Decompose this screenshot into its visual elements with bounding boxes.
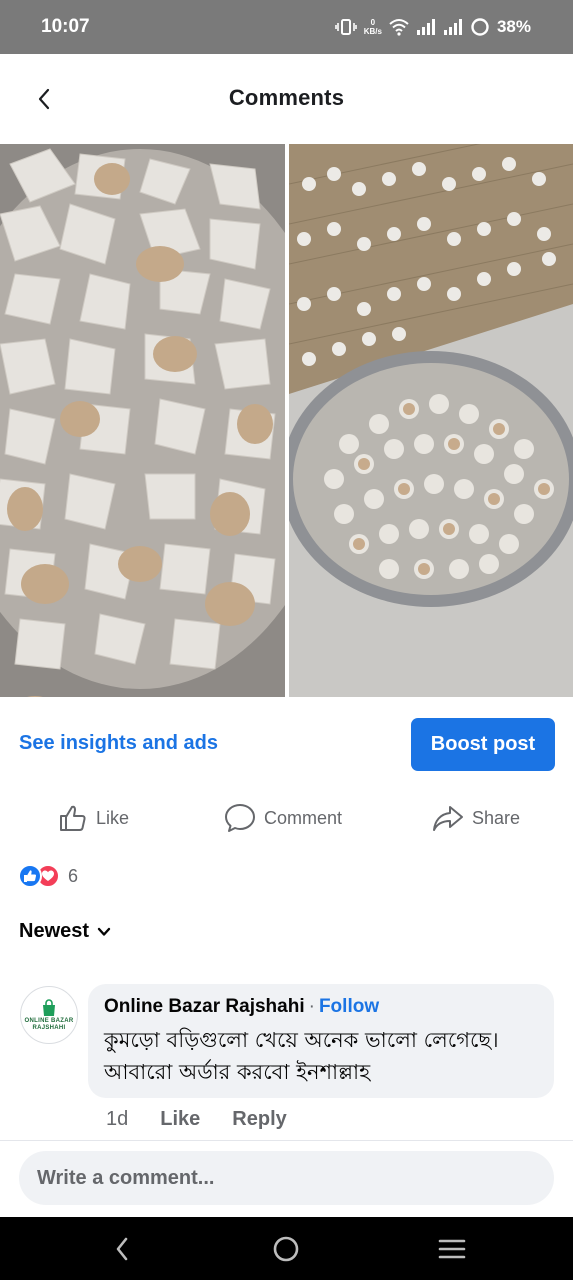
reaction-count: 6: [68, 865, 79, 886]
comment-bubble[interactable]: Online Bazar Rajshahi · Follow কুমড়ো বড…: [88, 984, 554, 1098]
sort-label: Newest: [19, 920, 90, 942]
post-actions: Like Comment Share: [0, 795, 573, 841]
comment-text-line-2: আবারো অর্ডার করবো ইনশাল্লাহ: [104, 1060, 371, 1084]
comment-body: কুমড়ো বড়িগুলো খেয়ে অনেক ভালো লেগেছে। …: [104, 1024, 538, 1088]
page-title: Comments: [228, 85, 345, 110]
separator-dot: ·: [308, 996, 315, 1017]
nav-home-icon: [273, 1236, 299, 1262]
boost-post-button[interactable]: Boost post: [411, 718, 555, 771]
nav-menu-icon: [438, 1239, 466, 1259]
comment-author[interactable]: Online Bazar Rajshahi: [104, 996, 305, 1018]
like-button[interactable]: Like: [58, 801, 129, 835]
post-promo-row: See insights and ads Boost post: [0, 697, 573, 787]
nav-home-button[interactable]: [270, 1233, 302, 1265]
reaction-summary[interactable]: 6: [18, 862, 78, 890]
battery-ring-icon: [470, 17, 490, 37]
nav-back-button[interactable]: [106, 1233, 138, 1265]
comment-label: Comment: [264, 807, 343, 828]
nav-menu-button[interactable]: [436, 1233, 468, 1265]
header: Comments: [0, 54, 573, 144]
shopping-bag-logo-icon: [43, 999, 55, 1016]
status-bar: 10:07 0 KB/s 38%: [0, 0, 573, 54]
comment-meta: 1d Like Reply: [106, 1108, 287, 1131]
avatar[interactable]: ONLINE BAZAR RAJSHAHI: [20, 986, 78, 1044]
like-reaction-icon: [18, 864, 42, 888]
see-insights-link[interactable]: See insights and ads: [19, 732, 218, 755]
share-button[interactable]: Share: [432, 801, 520, 835]
composer-divider: [0, 1140, 573, 1141]
like-label: Like: [96, 807, 130, 828]
share-arrow-icon: [433, 806, 463, 831]
follow-button[interactable]: Follow: [319, 996, 379, 1018]
speech-bubble-icon: [225, 804, 255, 832]
battery-level: 38%: [496, 17, 531, 36]
avatar-line-2: RAJSHAHI: [32, 1025, 66, 1031]
nav-back-icon: [116, 1237, 128, 1261]
signal-2-icon: [443, 18, 463, 36]
share-label: Share: [472, 807, 521, 828]
comment-header: Online Bazar Rajshahi · Follow: [104, 996, 538, 1018]
net-speed-value: 0: [370, 18, 376, 27]
comment-reply-button[interactable]: Reply: [232, 1108, 286, 1131]
status-icons: 0 KB/s 38%: [334, 14, 531, 40]
comment-input-placeholder: Write a comment...: [37, 1166, 215, 1189]
vibrate-icon: [334, 18, 357, 36]
comment-button[interactable]: Comment: [224, 801, 342, 835]
comment-text-line-1: কুমড়ো বড়িগুলো খেয়ে অনেক ভালো লেগেছে।: [104, 1028, 499, 1052]
system-nav-bar: [0, 1217, 573, 1280]
post-photo-closeup[interactable]: [0, 144, 285, 697]
chevron-down-icon: [97, 927, 111, 936]
comment-sort-dropdown[interactable]: Newest: [19, 920, 111, 943]
avatar-line-1: ONLINE BAZAR: [24, 1018, 74, 1024]
signal-1-icon: [416, 18, 436, 36]
comment-time: 1d: [106, 1108, 129, 1130]
wifi-icon: [389, 18, 409, 36]
post-photo-tray[interactable]: [289, 144, 573, 697]
thumbs-up-icon: [60, 805, 86, 831]
comment-input[interactable]: Write a comment...: [19, 1151, 554, 1205]
net-speed: 0 KB/s: [364, 18, 382, 36]
post-photos: [0, 144, 573, 697]
comment-like-button[interactable]: Like: [160, 1108, 200, 1131]
net-speed-unit: KB/s: [363, 27, 382, 36]
status-time: 10:07: [41, 16, 90, 37]
